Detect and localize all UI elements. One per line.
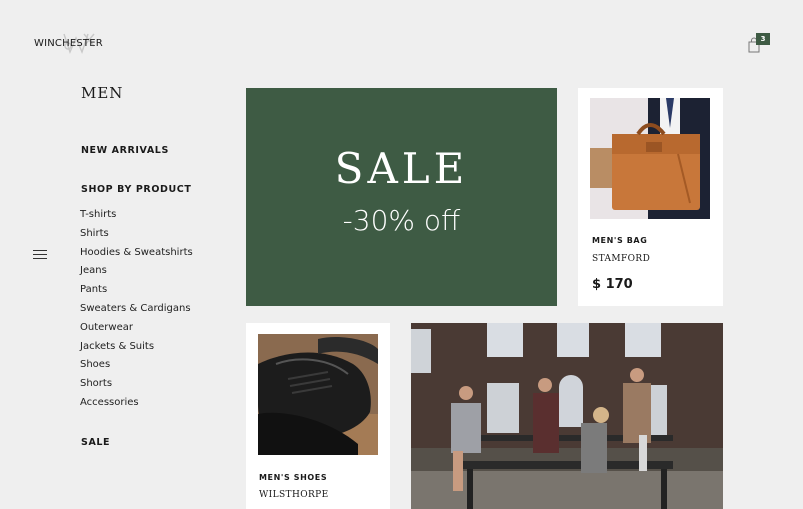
nav-item-outerwear[interactable]: Outerwear bbox=[80, 321, 193, 340]
nav-shop-by-product[interactable]: SHOP BY PRODUCT bbox=[81, 184, 191, 195]
menu-icon[interactable] bbox=[33, 250, 47, 260]
nav-item-sweaters[interactable]: Sweaters & Cardigans bbox=[80, 302, 193, 321]
sale-banner[interactable]: SALE -30% off bbox=[246, 88, 557, 306]
product-category-list: T-shirts Shirts Hoodies & Sweatshirts Je… bbox=[80, 208, 193, 415]
product-card-shoes[interactable]: MEN'S SHOES WILSTHORPE bbox=[246, 323, 390, 509]
nav-item-t-shirts[interactable]: T-shirts bbox=[80, 208, 193, 227]
nav-item-shirts[interactable]: Shirts bbox=[80, 227, 193, 246]
nav-item-shoes[interactable]: Shoes bbox=[80, 358, 193, 377]
page-title: MEN bbox=[81, 84, 124, 102]
nav-item-accessories[interactable]: Accessories bbox=[80, 396, 193, 415]
nav-item-shorts[interactable]: Shorts bbox=[80, 377, 193, 396]
product-price: $ 170 bbox=[592, 277, 633, 292]
product-category: MEN'S BAG bbox=[592, 236, 648, 245]
product-image-bag bbox=[590, 98, 710, 219]
lifestyle-photo[interactable] bbox=[411, 323, 723, 509]
product-image-shoes bbox=[258, 334, 378, 455]
product-name: STAMFORD bbox=[592, 254, 651, 264]
nav-sale[interactable]: SALE bbox=[81, 437, 110, 448]
nav-item-pants[interactable]: Pants bbox=[80, 283, 193, 302]
product-card-bag[interactable]: MEN'S BAG STAMFORD $ 170 bbox=[578, 88, 723, 306]
nav-item-jackets-suits[interactable]: Jackets & Suits bbox=[80, 340, 193, 359]
sale-title: SALE bbox=[334, 144, 469, 193]
nav-item-hoodies[interactable]: Hoodies & Sweatshirts bbox=[80, 246, 193, 265]
product-category: MEN'S SHOES bbox=[259, 473, 328, 482]
sale-subtitle: -30% off bbox=[342, 204, 461, 237]
brand-logo[interactable]: WINCHESTER bbox=[34, 38, 103, 49]
product-name: WILSTHORPE bbox=[259, 490, 329, 500]
nav-new-arrivals[interactable]: NEW ARRIVALS bbox=[81, 145, 169, 156]
cart-count-badge: 3 bbox=[756, 33, 770, 45]
nav-item-jeans[interactable]: Jeans bbox=[80, 264, 193, 283]
